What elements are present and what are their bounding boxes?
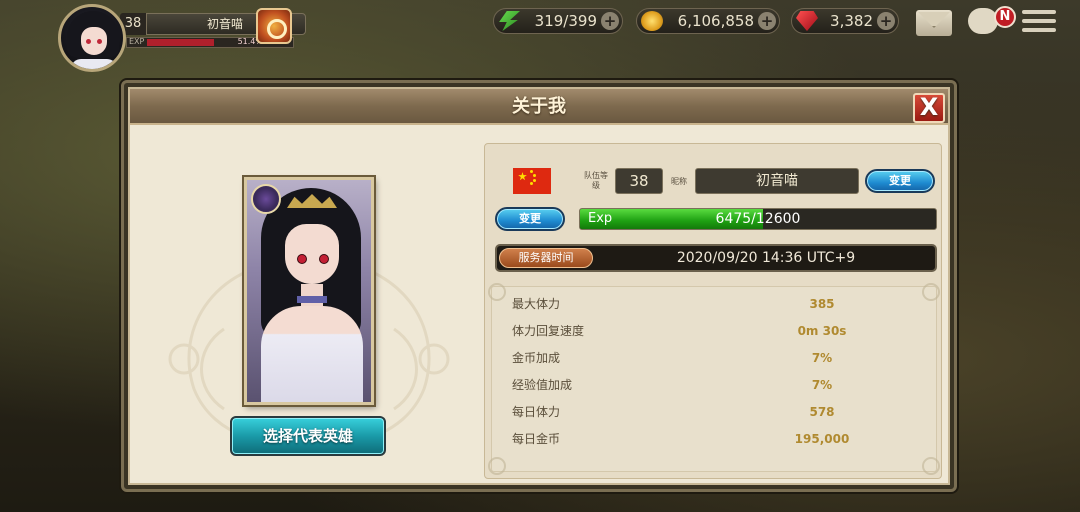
stat-value: 7%: [811, 351, 833, 365]
choose-hero-button[interactable]: 选择代表英雄: [230, 416, 386, 456]
gold-counter: 6,106,858 +: [636, 8, 780, 34]
dialog-title-text: 关于我: [512, 96, 566, 117]
player-avatar[interactable]: [58, 4, 126, 72]
stat-value: 385: [809, 297, 835, 311]
stat-value: 0m 30s: [797, 324, 847, 338]
flag-icon: [513, 168, 551, 194]
gem-counter: 3,382 +: [791, 8, 899, 34]
chat-icon[interactable]: [968, 8, 998, 34]
player-info-panel: 队伍等级 38 昵称 初音喵 变更 变更 Exp 6475/12600 服务器时…: [484, 143, 942, 479]
add-gold-button[interactable]: +: [758, 12, 776, 30]
exp-mini-fill: [147, 39, 214, 46]
stats-table: 最大体力 385 体力回复速度 0m 30s 金币加成 7% 经验值加成 7% …: [488, 283, 940, 475]
gem-value: 3,382: [830, 12, 873, 30]
add-gem-button[interactable]: +: [877, 12, 895, 30]
stat-label: 每日金币: [512, 432, 561, 446]
stat-label: 金币加成: [512, 351, 561, 365]
stat-row: 最大体力 385: [512, 293, 916, 315]
close-icon: X: [919, 93, 939, 121]
team-level-value: 38: [615, 168, 663, 194]
add-energy-button[interactable]: +: [601, 12, 619, 30]
energy-counter: 319/399 +: [493, 8, 623, 34]
exp-value: 6475/12600: [715, 211, 801, 227]
stat-row: 经验值加成 7%: [512, 374, 916, 396]
energy-value: 319/399: [534, 12, 597, 30]
change-nickname-button[interactable]: 变更: [865, 169, 935, 193]
stat-row: 每日金币 195,000: [512, 428, 916, 450]
representative-hero-card[interactable]: [244, 177, 374, 405]
ruby-gem-icon: [796, 11, 818, 31]
server-time-value: 2020/09/20 14:36 UTC+9: [676, 250, 856, 266]
team-level-label: 队伍等级: [584, 171, 608, 190]
server-time-row: 服务器时间 2020/09/20 14:36 UTC+9: [495, 244, 937, 272]
gold-coin-icon: [641, 11, 663, 31]
exp-bar: Exp 6475/12600: [579, 208, 937, 230]
stat-row: 金币加成 7%: [512, 347, 916, 369]
mail-icon[interactable]: [916, 10, 952, 36]
hero-rank-emblem-icon: [251, 184, 281, 214]
dialog-title: 关于我 X: [130, 89, 948, 125]
stat-label: 最大体力: [512, 297, 561, 311]
change-flag-button[interactable]: 变更: [495, 207, 565, 231]
menu-icon[interactable]: [1022, 8, 1058, 36]
stat-row: 每日体力 578: [512, 401, 916, 423]
stat-label: 每日体力: [512, 405, 561, 419]
energy-icon: [499, 11, 520, 31]
stat-value: 578: [809, 405, 835, 419]
nickname-label: 昵称: [671, 177, 687, 186]
stat-value: 195,000: [794, 432, 850, 446]
notification-badge: N: [994, 6, 1016, 28]
close-button[interactable]: X: [913, 93, 945, 123]
player-profile-hud[interactable]: 38 初音喵 EXP 51.4%: [58, 4, 306, 72]
server-time-label: 服务器时间: [499, 248, 593, 268]
nickname-value: 初音喵: [695, 168, 859, 194]
stat-label: 体力回复速度: [512, 324, 585, 338]
stat-label: 经验值加成: [512, 378, 573, 392]
stat-row: 体力回复速度 0m 30s: [512, 320, 916, 342]
gold-value: 6,106,858: [677, 12, 754, 30]
stat-value: 7%: [811, 378, 833, 392]
exp-mini-label: EXP: [129, 37, 145, 46]
about-me-dialog: 关于我 X 选择代表英雄 队伍等级 38 昵称 初音喵 变更 变更 Exp 64…: [121, 80, 957, 492]
event-icon[interactable]: [256, 8, 292, 44]
